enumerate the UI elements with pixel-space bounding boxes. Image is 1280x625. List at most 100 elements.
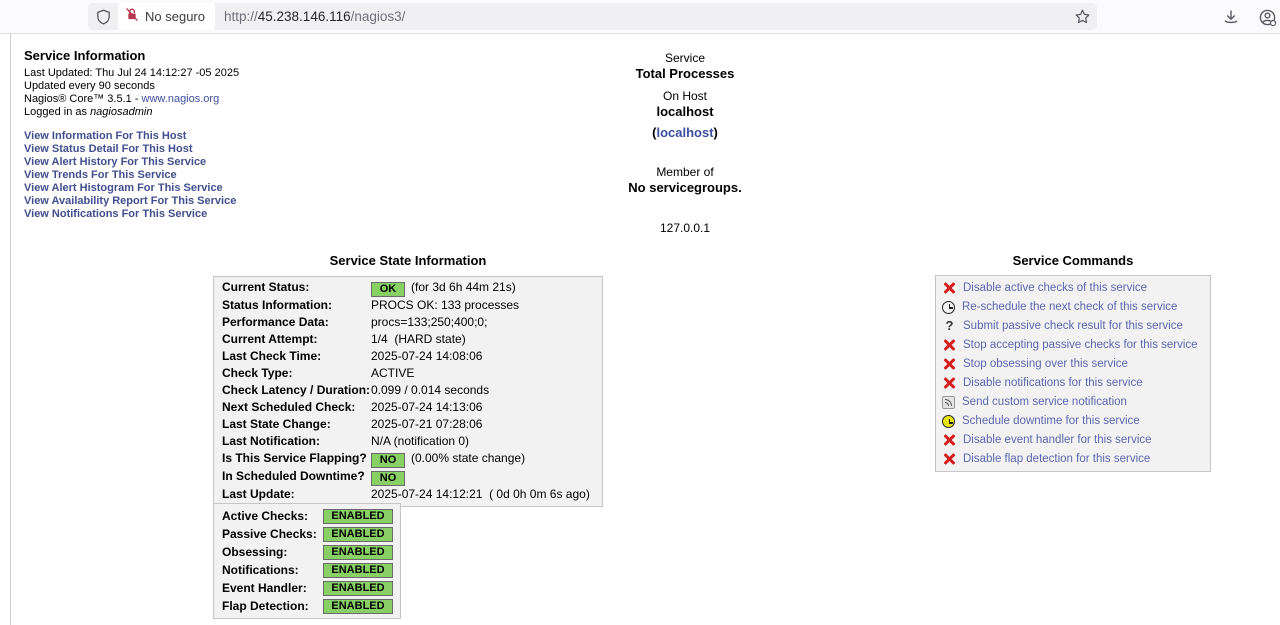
host-name: localhost (545, 104, 825, 120)
last-updated-text: Last Updated: Thu Jul 24 14:12:27 -05 20… (24, 67, 239, 80)
command-row[interactable]: Stop accepting passive checks for this s… (936, 338, 1210, 352)
account-icon[interactable] (1254, 4, 1280, 30)
state-row-label: Current Status: (214, 279, 371, 296)
check-row-label: Notifications: (214, 563, 323, 577)
nav-link[interactable]: View Information For This Host (24, 130, 236, 143)
check-row-label: Event Handler: (214, 581, 323, 595)
state-row-label: Performance Data: (214, 314, 371, 331)
nav-links: View Information For This Host View Stat… (24, 130, 236, 221)
state-row-label: Last Check Time: (214, 348, 371, 365)
command-link[interactable]: Schedule downtime for this service (962, 415, 1140, 427)
state-row-label: Last State Change: (214, 416, 371, 433)
state-table-title: Service State Information (213, 253, 603, 268)
url-text[interactable]: http://45.238.146.116/nagios3/ (224, 9, 1067, 24)
downloads-icon[interactable] (1218, 4, 1244, 30)
host-address: 127.0.0.1 (545, 220, 825, 236)
state-row-label: Current Attempt: (214, 331, 371, 348)
nav-link[interactable]: View Status Detail For This Host (24, 143, 236, 156)
nav-link[interactable]: View Alert History For This Service (24, 156, 236, 169)
site-security-chip[interactable]: No seguro (118, 3, 215, 30)
enabled-badge: ENABLED (323, 509, 393, 524)
command-row[interactable]: Disable event handler for this service (936, 433, 1210, 447)
check-row: Notifications: ENABLED (214, 561, 400, 579)
bookmark-star-icon[interactable] (1067, 3, 1097, 30)
state-row-value: procs=133;250;400;0; (371, 314, 602, 331)
command-link[interactable]: Re-schedule the next check of this servi… (962, 301, 1177, 313)
state-row-label: Next Scheduled Check: (214, 399, 371, 416)
enabled-badge: ENABLED (323, 599, 393, 614)
command-link[interactable]: Disable flap detection for this service (963, 453, 1150, 465)
service-label: Service (545, 50, 825, 66)
nav-link[interactable]: View Availability Report For This Servic… (24, 195, 236, 208)
frame-divider (10, 34, 11, 625)
state-row-value: ACTIVE (371, 365, 602, 382)
command-link[interactable]: Disable active checks of this service (963, 282, 1147, 294)
state-row-text: N/A (notification 0) (371, 434, 469, 448)
nagios-org-link[interactable]: www.nagios.org (142, 93, 220, 105)
command-row[interactable]: Disable notifications for this service (936, 376, 1210, 390)
enabled-badge: ENABLED (323, 563, 393, 578)
state-row-label: Last Update: (214, 486, 371, 503)
command-row[interactable]: Disable flap detection for this service (936, 452, 1210, 466)
state-row-text: 2025-07-24 14:08:06 (371, 349, 482, 363)
command-link[interactable]: Submit passive check result for this ser… (963, 320, 1183, 332)
state-row-label: Is This Service Flapping? (214, 450, 371, 467)
command-row[interactable]: Re-schedule the next check of this servi… (936, 300, 1210, 314)
service-name: Total Processes (545, 66, 825, 82)
check-row: Obsessing: ENABLED (214, 543, 400, 561)
command-row[interactable]: Submit passive check result for this ser… (936, 319, 1210, 333)
version-text: Nagios® Core™ 3.5.1 - www.nagios.org (24, 93, 239, 106)
state-row-value: 2025-07-24 14:08:06 (371, 348, 602, 365)
command-link[interactable]: Stop accepting passive checks for this s… (963, 339, 1198, 351)
state-row-value: 0.099 / 0.014 seconds (371, 382, 602, 399)
command-row[interactable]: Disable active checks of this service (936, 281, 1210, 295)
command-link[interactable]: Stop obsessing over this service (963, 358, 1128, 370)
state-row: Is This Service Flapping? NO (0.00% state… (214, 450, 602, 468)
state-row-text: 2025-07-24 14:13:06 (371, 400, 482, 414)
command-link[interactable]: Send custom service notification (962, 396, 1127, 408)
command-icon (942, 396, 955, 409)
command-row[interactable]: Stop obsessing over this service (936, 357, 1210, 371)
command-icon (942, 357, 956, 371)
state-row: Performance Data: procs=133;250;400;0; (214, 314, 602, 331)
command-icon (942, 452, 956, 466)
check-row: Event Handler: ENABLED (214, 579, 400, 597)
state-row-value: 1/4 (HARD state) (371, 331, 602, 348)
enabled-badge: ENABLED (323, 581, 393, 596)
command-link[interactable]: Disable event handler for this service (963, 434, 1152, 446)
state-row-label: Status Information: (214, 297, 371, 314)
command-row[interactable]: Schedule downtime for this service (936, 414, 1210, 428)
status-badge: NO (371, 453, 405, 468)
enabled-badge: ENABLED (323, 527, 393, 542)
member-of-label: Member of (545, 164, 825, 180)
state-row-value: N/A (notification 0) (371, 433, 602, 450)
page-title: Service Information (24, 48, 239, 63)
nav-link[interactable]: View Trends For This Service (24, 169, 236, 182)
state-row-text: (for 3d 6h 44m 21s) (411, 280, 516, 294)
host-alias-line: (localhost) (545, 125, 825, 141)
command-link[interactable]: Disable notifications for this service (963, 377, 1143, 389)
command-row[interactable]: Send custom service notification (936, 395, 1210, 409)
host-link[interactable]: localhost (656, 125, 713, 140)
command-icon (942, 319, 956, 333)
address-bar[interactable]: No seguro http://45.238.146.116/nagios3/ (88, 3, 1097, 30)
state-row: Last Check Time: 2025-07-24 14:08:06 (214, 348, 602, 365)
state-row-text: (0.00% state change) (411, 451, 525, 465)
state-row-value: NO (0.00% state change) (371, 450, 602, 468)
state-row: Last Update: 2025-07-24 14:12:21 ( 0d 0h… (214, 486, 602, 503)
service-commands-box: Disable active checks of this service Re… (935, 275, 1211, 472)
enabled-badge: ENABLED (323, 545, 393, 560)
state-row-value: OK(for 3d 6h 44m 21s) (371, 279, 602, 297)
check-row: Flap Detection: ENABLED (214, 597, 400, 615)
on-host-label: On Host (545, 88, 825, 104)
nav-link[interactable]: View Alert Histogram For This Service (24, 182, 236, 195)
state-row-text: 0.099 / 0.014 seconds (371, 383, 489, 397)
command-icon (942, 301, 955, 314)
member-of-value: No servicegroups. (545, 180, 825, 196)
state-row-text: 2025-07-21 07:28:06 (371, 417, 482, 431)
nagios-page: Service Information Last Updated: Thu Ju… (0, 34, 1280, 625)
commands-title: Service Commands (935, 253, 1211, 268)
shield-permissions-icon[interactable] (88, 3, 118, 30)
nav-link[interactable]: View Notifications For This Service (24, 208, 236, 221)
check-row-label: Active Checks: (214, 509, 323, 523)
